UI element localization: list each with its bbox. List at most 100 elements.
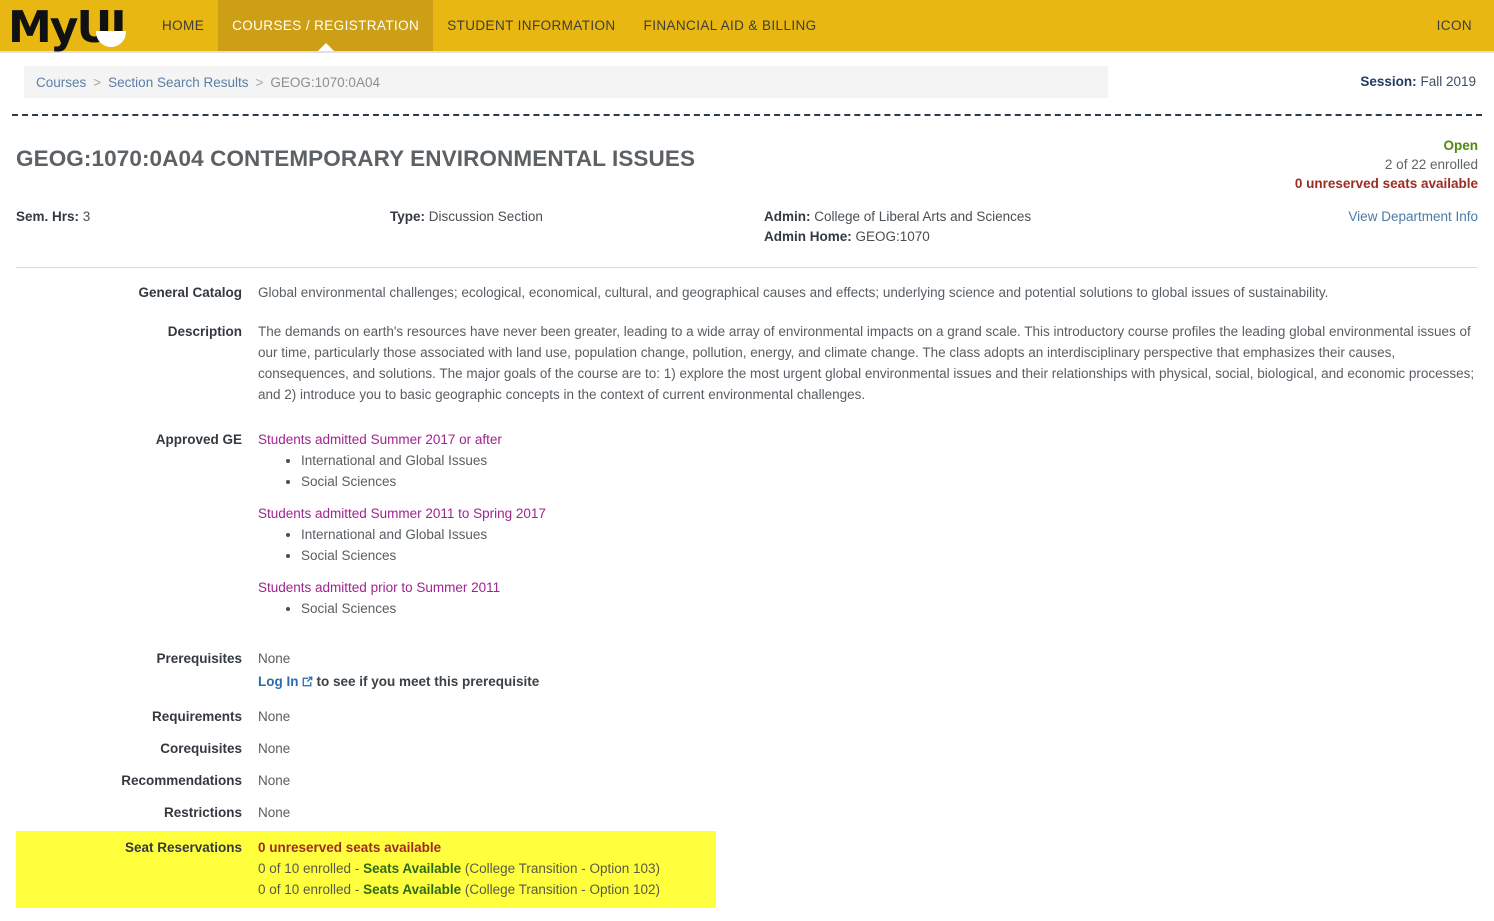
detail-row-prerequisites: Prerequisites None Log In to see if you m… bbox=[16, 648, 1478, 695]
nav-icon-placeholder[interactable]: ICON bbox=[1437, 0, 1494, 51]
ge-group-list: International and Global Issues Social S… bbox=[258, 450, 1478, 492]
seat-row-status: Seats Available bbox=[363, 861, 462, 876]
detail-row-recommendations: Recommendations None bbox=[16, 770, 1478, 791]
prerequisites-value: None bbox=[258, 651, 291, 666]
admin-label: Admin: bbox=[764, 209, 811, 224]
restrictions-label: Restrictions bbox=[163, 805, 242, 820]
detail-row-approved-ge: Approved GE Students admitted Summer 201… bbox=[16, 429, 1478, 630]
nav-item-student-information[interactable]: STUDENT INFORMATION bbox=[433, 0, 629, 51]
enrollment-count: 2 of 22 enrolled bbox=[1384, 157, 1478, 172]
breadcrumb-section-search-link[interactable]: Section Search Results bbox=[108, 75, 248, 90]
nav-item-student-information-label: STUDENT INFORMATION bbox=[447, 18, 616, 33]
view-department-info-link[interactable]: View Department Info bbox=[1348, 207, 1478, 247]
nav-item-courses-registration-label: COURSES / REGISTRATION bbox=[232, 18, 420, 33]
corequisites-label: Corequisites bbox=[160, 741, 242, 756]
detail-row-corequisites: Corequisites None bbox=[16, 738, 1478, 759]
seat-row-enrolled: 0 of 10 enrolled - bbox=[258, 861, 364, 876]
recommendations-label: Recommendations bbox=[121, 773, 242, 788]
seat-reservation-row: 0 of 10 enrolled - Seats Available (Coll… bbox=[258, 858, 708, 879]
detail-row-requirements: Requirements None bbox=[16, 706, 1478, 727]
ge-group: Students admitted prior to Summer 2011 S… bbox=[258, 577, 1478, 619]
ge-group-heading: Students admitted prior to Summer 2011 bbox=[258, 580, 501, 595]
seat-reservation-row: 0 of 10 enrolled - Seats Available (Coll… bbox=[258, 879, 708, 900]
breadcrumb-separator-1: > bbox=[93, 74, 102, 90]
sem-hrs-field: Sem. Hrs: 3 bbox=[16, 207, 390, 247]
detail-row-general-catalog: General Catalog Global environmental cha… bbox=[16, 282, 1478, 303]
requirements-label: Requirements bbox=[151, 709, 242, 724]
session-indicator: Session: Fall 2019 bbox=[1108, 66, 1478, 89]
course-status-block: Open 2 of 22 enrolled 0 unreserved seats… bbox=[1295, 134, 1478, 193]
seat-reservations-label: Seat Reservations bbox=[124, 840, 242, 855]
breadcrumb-courses-link[interactable]: Courses bbox=[36, 75, 86, 90]
nav-icon-label: ICON bbox=[1436, 18, 1472, 33]
myui-logo[interactable]: MyUI bbox=[0, 0, 148, 51]
approved-ge-value: Students admitted Summer 2017 or after I… bbox=[258, 429, 1478, 630]
sem-hrs-value: 3 bbox=[82, 209, 91, 224]
description-label: Description bbox=[167, 324, 242, 339]
description-value: The demands on earth's resources have ne… bbox=[258, 324, 1475, 402]
log-in-link[interactable]: Log In bbox=[258, 674, 299, 689]
breadcrumb-row: Courses > Section Search Results > GEOG:… bbox=[0, 53, 1494, 98]
session-value: Fall 2019 bbox=[1420, 74, 1476, 89]
course-heading-block: GEOG:1070:0A04 CONTEMPORARY ENVIRONMENTA… bbox=[0, 116, 1494, 193]
seat-reservations-value: 0 unreserved seats available 0 of 10 enr… bbox=[258, 837, 708, 900]
ge-group-heading: Students admitted Summer 2011 to Spring … bbox=[258, 506, 546, 521]
ge-group-heading: Students admitted Summer 2017 or after bbox=[258, 432, 502, 447]
detail-row-restrictions: Restrictions None bbox=[16, 802, 1478, 823]
admin-field: Admin: College of Liberal Arts and Scien… bbox=[764, 207, 1348, 247]
seat-row-status: Seats Available bbox=[363, 882, 462, 897]
nav-items: HOME COURSES / REGISTRATION STUDENT INFO… bbox=[148, 0, 1437, 51]
external-link-icon[interactable] bbox=[301, 673, 314, 695]
seat-row-enrolled: 0 of 10 enrolled - bbox=[258, 882, 364, 897]
ge-list-item: International and Global Issues bbox=[301, 524, 1478, 545]
top-navigation-bar: MyUI HOME COURSES / REGISTRATION STUDENT… bbox=[0, 0, 1494, 53]
breadcrumb: Courses > Section Search Results > GEOG:… bbox=[24, 66, 1108, 98]
general-catalog-value: Global environmental challenges; ecologi… bbox=[258, 285, 1329, 300]
prerequisite-login-suffix: to see if you meet this prerequisite bbox=[316, 674, 540, 689]
seat-row-detail: (College Transition - Option 103) bbox=[461, 861, 660, 876]
unreserved-seats-status: 0 unreserved seats available bbox=[1294, 176, 1478, 191]
nav-item-home[interactable]: HOME bbox=[148, 0, 218, 51]
recommendations-value: None bbox=[258, 773, 291, 788]
breadcrumb-current: GEOG:1070:0A04 bbox=[270, 74, 380, 90]
sem-hrs-label: Sem. Hrs: bbox=[16, 209, 80, 224]
course-meta-row: Sem. Hrs: 3 Type: Discussion Section Adm… bbox=[0, 193, 1494, 247]
prerequisite-login-line: Log In to see if you meet this prerequisi… bbox=[258, 669, 1478, 695]
admin-value: College of Liberal Arts and Sciences bbox=[814, 209, 1032, 224]
type-value: Discussion Section bbox=[428, 209, 543, 224]
admin-home-value: GEOG:1070 bbox=[855, 229, 930, 244]
page-title: GEOG:1070:0A04 CONTEMPORARY ENVIRONMENTA… bbox=[16, 146, 696, 171]
restrictions-value: None bbox=[258, 805, 291, 820]
detail-row-seat-reservations: Seat Reservations 0 unreserved seats ava… bbox=[16, 831, 1478, 908]
course-details: General Catalog Global environmental cha… bbox=[0, 268, 1494, 908]
status-badge-open: Open bbox=[1443, 138, 1478, 153]
admin-home-label: Admin Home: bbox=[764, 229, 852, 244]
nav-item-financial-aid-billing-label: FINANCIAL AID & BILLING bbox=[643, 18, 817, 33]
ge-list-item: International and Global Issues bbox=[301, 450, 1478, 471]
admin-home-line: Admin Home: GEOG:1070 bbox=[764, 227, 1348, 247]
ge-group: Students admitted Summer 2017 or after I… bbox=[258, 429, 1478, 492]
breadcrumb-separator-2: > bbox=[255, 74, 264, 90]
admin-line: Admin: College of Liberal Arts and Scien… bbox=[764, 207, 1348, 227]
nav-item-financial-aid-billing[interactable]: FINANCIAL AID & BILLING bbox=[630, 0, 831, 51]
general-catalog-label: General Catalog bbox=[138, 285, 242, 300]
ge-group-list: Social Sciences bbox=[258, 598, 1478, 619]
approved-ge-label: Approved GE bbox=[155, 432, 242, 447]
type-label: Type: bbox=[390, 209, 426, 224]
prerequisites-label: Prerequisites bbox=[156, 651, 242, 666]
ge-group: Students admitted Summer 2011 to Spring … bbox=[258, 503, 1478, 566]
detail-row-description: Description The demands on earth's resou… bbox=[16, 321, 1478, 405]
ge-list-item: Social Sciences bbox=[301, 598, 1478, 619]
ge-group-list: International and Global Issues Social S… bbox=[258, 524, 1478, 566]
seat-reservations-highlight: Seat Reservations 0 unreserved seats ava… bbox=[16, 831, 716, 908]
nav-item-home-label: HOME bbox=[162, 18, 205, 33]
session-label: Session: bbox=[1360, 74, 1417, 89]
prerequisites-value-block: None Log In to see if you meet this prere… bbox=[258, 648, 1478, 695]
corequisites-value: None bbox=[258, 741, 291, 756]
ge-list-item: Social Sciences bbox=[301, 545, 1478, 566]
ge-list-item: Social Sciences bbox=[301, 471, 1478, 492]
seat-reservations-headline: 0 unreserved seats available bbox=[258, 840, 442, 855]
nav-item-courses-registration[interactable]: COURSES / REGISTRATION bbox=[218, 0, 434, 51]
requirements-value: None bbox=[258, 709, 291, 724]
seat-row-detail: (College Transition - Option 102) bbox=[461, 882, 660, 897]
